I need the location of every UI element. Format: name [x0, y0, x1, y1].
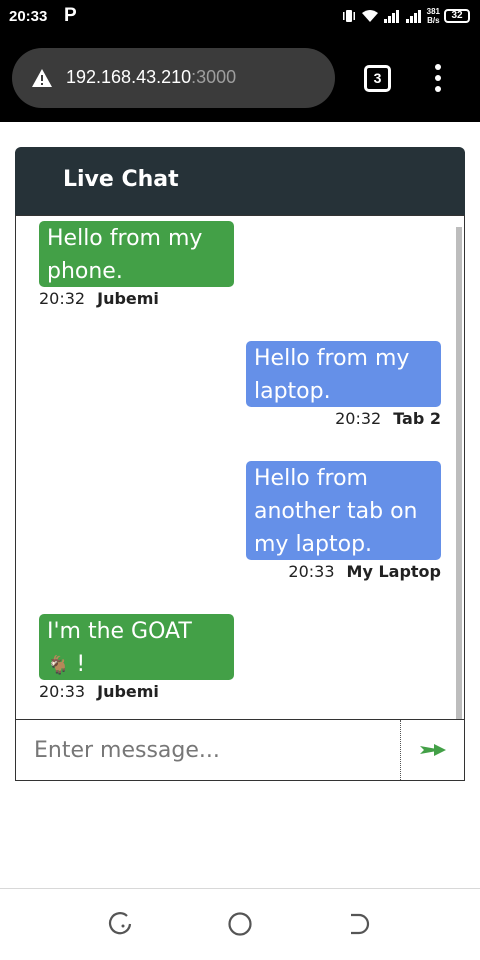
status-icons: 381 B/s 32	[341, 7, 470, 25]
message-time: 20:33	[288, 562, 335, 581]
message-sender: Tab 2	[393, 409, 441, 428]
url-bar[interactable]: 192.168.43.210:3000	[12, 48, 335, 108]
signal-icon	[383, 10, 399, 23]
recent-apps-icon[interactable]	[107, 911, 133, 937]
message-composer	[15, 719, 465, 781]
more-vert-icon[interactable]	[430, 64, 446, 94]
message-bubble-incoming: I'm the GOAT 🐐 !	[39, 614, 234, 680]
message-bubble-incoming: Hello from my phone.	[39, 221, 234, 287]
status-time: 20:33	[9, 8, 48, 25]
net-speed-unit: B/s	[427, 16, 440, 25]
message-meta: 20:33 My Laptop	[288, 562, 441, 581]
back-icon[interactable]	[347, 911, 373, 937]
warning-triangle-icon[interactable]	[31, 68, 53, 88]
goat-emoji-icon: 🐐	[47, 655, 70, 676]
message-bubble-outgoing: Hello from another tab on my laptop.	[246, 461, 441, 560]
message-text: I'm the GOAT	[47, 619, 192, 644]
message-sender: My Laptop	[346, 562, 441, 581]
url-text[interactable]: 192.168.43.210:3000	[66, 67, 236, 88]
send-arrow-icon[interactable]	[419, 743, 446, 757]
message-input[interactable]	[16, 720, 400, 780]
message-meta: 20:32 Jubemi	[39, 289, 159, 308]
net-speed: 381 B/s	[427, 7, 440, 25]
message-time: 20:32	[39, 289, 86, 308]
scrollbar[interactable]	[456, 227, 462, 720]
message-bubble-outgoing: Hello from my laptop.	[246, 341, 441, 407]
send-button[interactable]	[400, 720, 464, 780]
message-text: Hello from my laptop.	[254, 346, 410, 404]
net-speed-value: 381	[426, 7, 440, 16]
message-meta: 20:33 Jubemi	[39, 682, 159, 701]
message-sender: Jubemi	[97, 682, 159, 701]
message-text: Hello from another tab on my laptop.	[254, 466, 418, 557]
wifi-icon	[361, 10, 378, 22]
url-port: :3000	[191, 67, 237, 87]
battery-icon: 32	[444, 9, 470, 23]
message-sender: Jubemi	[97, 289, 159, 308]
message-meta: 20:32 Tab 2	[335, 409, 441, 428]
tab-switcher-button[interactable]: 3	[364, 65, 391, 92]
chat-title: Live Chat	[63, 167, 179, 192]
home-circle-icon[interactable]	[227, 911, 253, 937]
message-text-suffix: !	[69, 652, 86, 677]
system-nav-bar	[0, 888, 480, 960]
message-text: Hello from my phone.	[47, 226, 203, 284]
vibrate-icon	[342, 10, 355, 22]
browser-chrome: 20:33 P 381 B/s 32 192.168.43.210:3000 3	[0, 0, 480, 122]
message-time: 20:33	[39, 682, 86, 701]
chat-header: Live Chat	[15, 147, 465, 215]
url-host: 192.168.43.210	[66, 67, 192, 87]
notification-icon: P	[64, 5, 77, 26]
signal-icon-2	[405, 10, 421, 23]
message-time: 20:32	[335, 409, 382, 428]
